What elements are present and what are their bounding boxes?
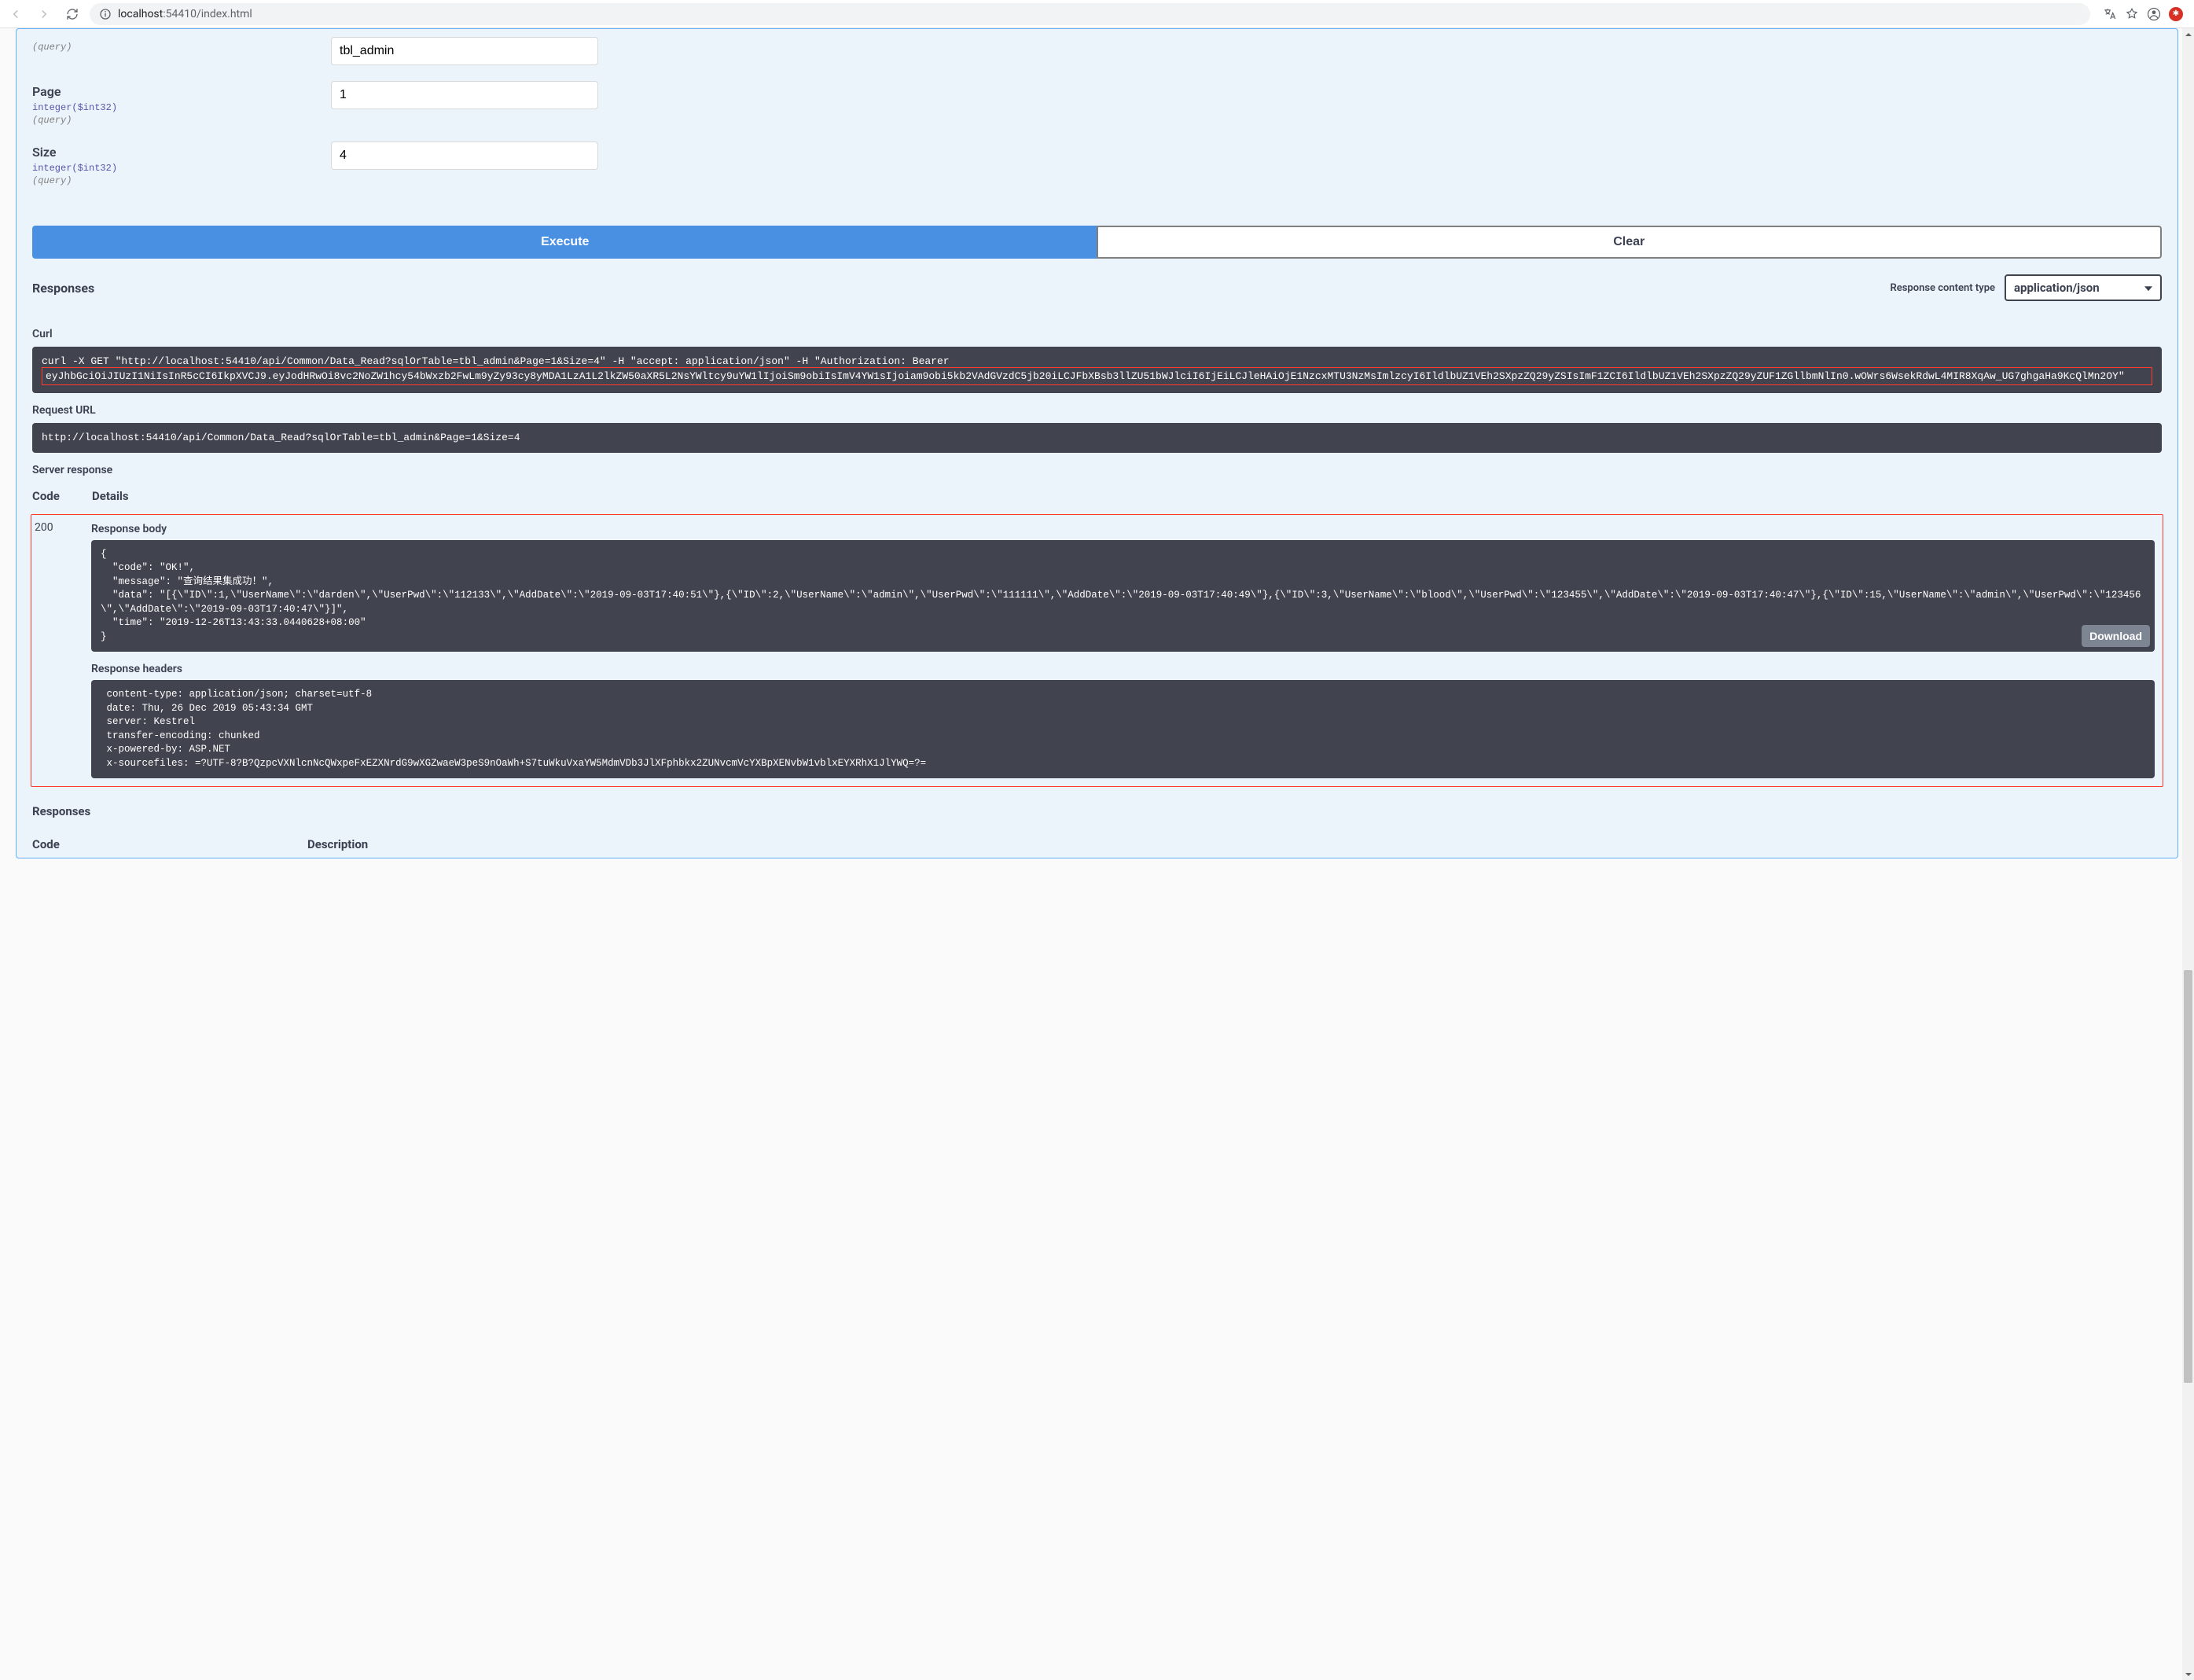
param-in: (query) (32, 115, 331, 126)
code-column-header: Code (32, 837, 307, 851)
param-type: integer($int32) (32, 163, 331, 174)
download-button[interactable]: Download (2082, 625, 2150, 647)
param-type: integer($int32) (32, 102, 331, 113)
operation-block: (query) Page integer($int32) (query) (16, 28, 2178, 858)
response-content-type-select[interactable]: application/json (2005, 274, 2162, 301)
site-info-icon (99, 8, 112, 20)
url-text: localhost:54410/index.html (118, 8, 252, 20)
param-in: (query) (32, 42, 331, 53)
responses-heading: Responses (32, 281, 1890, 296)
param-input-size[interactable] (331, 142, 598, 170)
description-column-header: Description (307, 837, 368, 851)
execute-button[interactable]: Execute (32, 226, 1097, 259)
extension-badge-icon[interactable]: ✱ (2169, 7, 2183, 21)
param-row: Size integer($int32) (query) (32, 134, 2162, 194)
clear-button[interactable]: Clear (1097, 226, 2163, 259)
translate-icon[interactable] (2103, 7, 2117, 21)
request-url-block[interactable]: http://localhost:54410/api/Common/Data_R… (32, 423, 2162, 453)
curl-command-block[interactable]: curl -X GET "http://localhost:54410/api/… (32, 347, 2162, 393)
response-row: 200 Response body { "code": "OK!", "mess… (31, 514, 2163, 788)
profile-avatar-icon[interactable] (2147, 7, 2161, 21)
response-content-type-label: Response content type (1890, 282, 1995, 294)
param-name: Size (32, 145, 331, 160)
server-response-label: Server response (17, 453, 2177, 481)
param-input-page[interactable] (331, 81, 598, 109)
scroll-up-arrow[interactable] (2182, 28, 2194, 40)
forward-button[interactable] (33, 3, 55, 25)
code-column-header: Code (32, 489, 92, 503)
reload-button[interactable] (61, 3, 83, 25)
status-code: 200 (31, 521, 91, 779)
param-input-sqlortable[interactable] (331, 37, 598, 65)
scroll-thumb[interactable] (2184, 970, 2192, 1383)
address-bar[interactable]: localhost:54410/index.html (90, 3, 2090, 25)
back-button[interactable] (5, 3, 27, 25)
param-in: (query) (32, 175, 331, 186)
curl-label: Curl (17, 317, 2177, 347)
browser-toolbar: localhost:54410/index.html ✱ (0, 0, 2194, 28)
response-body-block[interactable]: { "code": "OK!", "message": "查询结果集成功！", … (91, 540, 2155, 653)
response-headers-block[interactable]: content-type: application/json; charset=… (91, 680, 2155, 778)
param-name: Page (32, 84, 331, 99)
response-headers-label: Response headers (91, 652, 2155, 680)
details-column-header: Details (92, 489, 129, 503)
request-url-label: Request URL (17, 393, 2177, 423)
responses-section-heading: Responses (32, 804, 2162, 818)
response-content-type-value: application/json (2014, 281, 2100, 295)
scroll-down-arrow[interactable] (2182, 1668, 2194, 1680)
param-row: Page integer($int32) (query) (32, 73, 2162, 134)
bookmark-star-icon[interactable] (2125, 7, 2139, 21)
vertical-scrollbar[interactable] (2182, 28, 2194, 1680)
param-row: (query) (32, 29, 2162, 73)
curl-token-highlight: eyJhbGciOiJIUzI1NiIsInR5cCI6IkpXVCJ9.eyJ… (42, 367, 2152, 386)
response-body-label: Response body (91, 521, 2155, 540)
